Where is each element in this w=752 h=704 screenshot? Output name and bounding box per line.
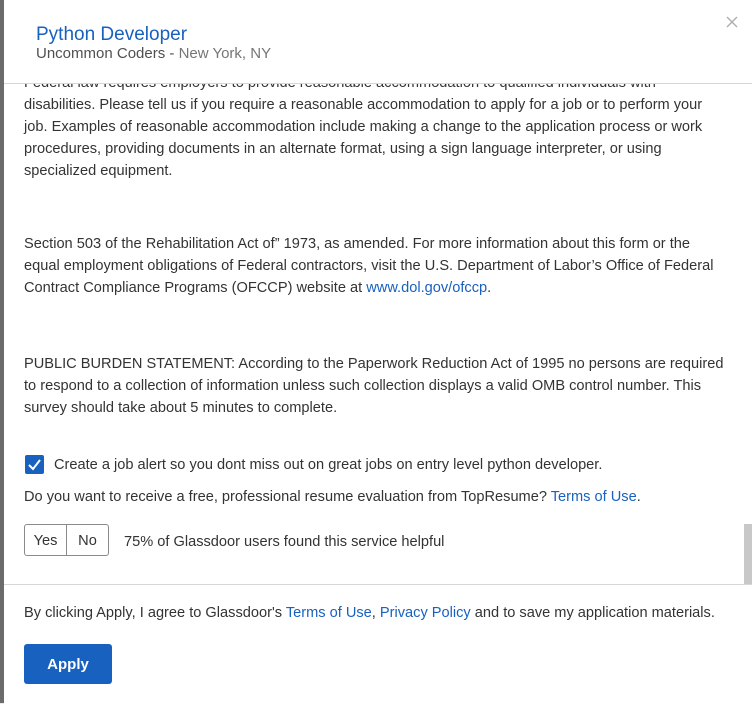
job-subtitle: Uncommon Coders - New York, NY <box>36 45 271 62</box>
resume-question: Do you want to receive a free, professio… <box>24 486 641 508</box>
public-burden-paragraph: PUBLIC BURDEN STATEMENT: According to th… <box>24 356 724 416</box>
job-location: New York, NY <box>178 45 272 62</box>
helpful-text: 75% of Glassdoor users found this servic… <box>124 534 445 550</box>
modal-footer: By clicking Apply, I agree to Glassdoor'… <box>4 584 752 704</box>
yes-button[interactable]: Yes <box>24 524 67 556</box>
consent-suffix: and to save my application materials. <box>470 605 715 621</box>
resume-yes-no-group: Yes No <box>24 524 109 558</box>
job-alert-row: Create a job alert so you dont miss out … <box>24 454 724 476</box>
no-button[interactable]: No <box>66 524 109 556</box>
checkmark-icon <box>28 459 41 471</box>
section-503-paragraph: Section 503 of the Rehabilitation Act of… <box>24 233 724 299</box>
topresume-terms-link[interactable]: Terms of Use <box>551 489 637 505</box>
consent-text: By clicking Apply, I agree to Glassdoor'… <box>24 605 715 621</box>
modal-header: Python Developer Uncommon Coders - New Y… <box>4 0 752 84</box>
close-icon[interactable] <box>724 14 740 30</box>
company-name: Uncommon Coders <box>36 45 166 62</box>
consent-prefix: By clicking Apply, I agree to Glassdoor'… <box>24 605 286 621</box>
resume-question-text: Do you want to receive a free, professio… <box>24 489 551 505</box>
resume-question-end: . <box>636 489 641 505</box>
job-title: Python Developer <box>36 24 188 45</box>
job-alert-checkbox[interactable] <box>25 455 44 474</box>
apply-button[interactable]: Apply <box>24 644 112 684</box>
consent-comma: , <box>371 605 380 621</box>
subtitle-separator: - <box>165 45 179 62</box>
glassdoor-terms-link[interactable]: Terms of Use <box>286 605 372 621</box>
ofccp-link[interactable]: www.dol.gov/ofccp <box>366 280 487 296</box>
apply-modal: Python Developer Uncommon Coders - New Y… <box>4 0 752 704</box>
accommodation-paragraph: Federal law requires employers to provid… <box>24 84 703 179</box>
privacy-policy-link[interactable]: Privacy Policy <box>380 605 471 621</box>
job-alert-label: Create a job alert so you dont miss out … <box>54 457 603 473</box>
scrollbar-thumb[interactable] <box>744 524 752 584</box>
modal-scroll-content[interactable]: Federal law requires employers to provid… <box>4 84 752 584</box>
section-503-end: . <box>487 280 492 296</box>
